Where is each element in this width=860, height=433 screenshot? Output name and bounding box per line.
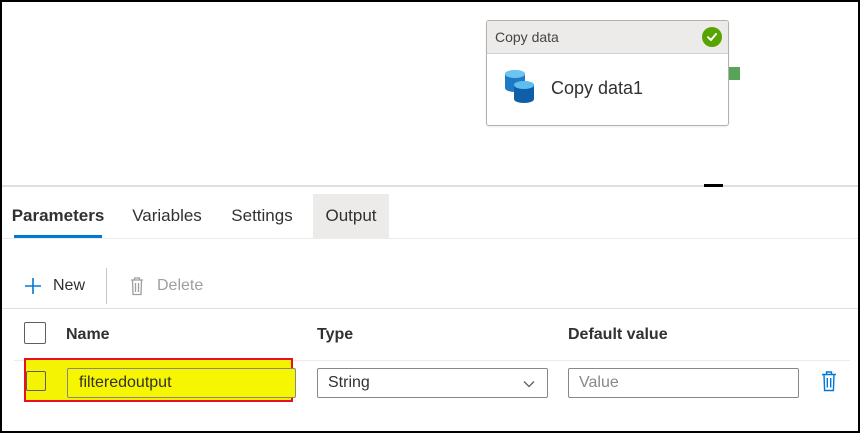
delete-button[interactable]: Delete — [129, 272, 203, 300]
properties-tabs: Parameters Variables Settings Output — [2, 194, 858, 239]
parameter-name-input[interactable]: filteredoutput — [67, 368, 296, 398]
activity-body: Copy data1 — [487, 54, 728, 109]
database-copy-icon — [503, 68, 537, 109]
activity-output-port[interactable] — [729, 67, 740, 80]
activity-type-label: Copy data — [495, 29, 559, 45]
column-header-type: Type — [317, 326, 354, 343]
parameter-type-value: String — [328, 374, 370, 391]
splitter-handle[interactable] — [704, 184, 723, 187]
row-checkbox[interactable] — [26, 371, 46, 391]
new-button[interactable]: New — [24, 272, 85, 300]
new-button-label: New — [53, 277, 86, 294]
pipeline-canvas[interactable] — [2, 2, 858, 185]
trash-icon — [129, 276, 145, 296]
plus-icon — [24, 277, 42, 295]
tab-parameters[interactable]: Parameters — [12, 194, 104, 238]
tab-settings[interactable]: Settings — [228, 194, 296, 238]
row-delete-icon[interactable] — [820, 370, 838, 392]
copy-data-activity[interactable]: Copy data Copy data1 — [486, 20, 729, 126]
delete-button-label: Delete — [157, 277, 204, 294]
activity-header: Copy data — [487, 21, 728, 54]
chevron-down-icon — [523, 377, 535, 395]
select-all-checkbox[interactable] — [24, 322, 46, 344]
column-header-name: Name — [66, 326, 110, 343]
toolbar-divider — [106, 268, 107, 304]
parameter-name-value: filteredoutput — [79, 374, 172, 391]
tab-output[interactable]: Output — [313, 194, 389, 238]
panel-splitter — [2, 185, 858, 187]
activity-name: Copy data1 — [551, 78, 644, 98]
parameter-type-select[interactable]: String — [317, 368, 548, 398]
parameters-toolbar: New Delete — [2, 262, 858, 309]
default-value-input[interactable] — [568, 368, 799, 398]
tab-variables[interactable]: Variables — [130, 194, 204, 238]
success-check-icon — [702, 27, 722, 47]
column-header-default-value: Default value — [568, 326, 668, 343]
